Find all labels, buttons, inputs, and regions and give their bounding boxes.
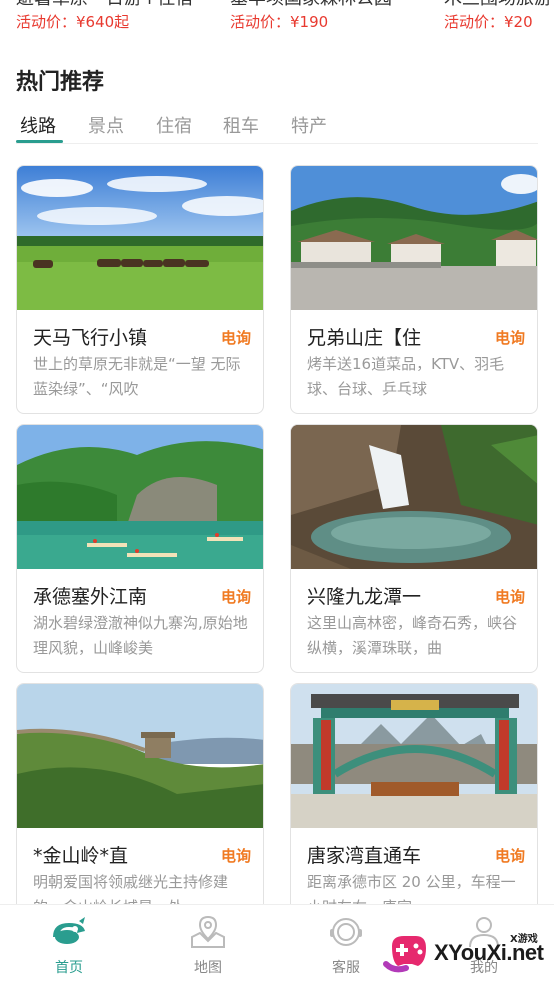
route-card[interactable]: 兄弟山庄【住 电询 烤羊送16道菜品，KTV、羽毛球、台球、乒乓球 — [290, 165, 538, 414]
card-image — [291, 166, 537, 310]
price-tag: 电询 — [494, 847, 525, 865]
card-image — [291, 425, 537, 569]
card-title: 唐家湾直通车 — [307, 845, 422, 867]
gamepad-icon — [383, 936, 426, 973]
promo-title: 木兰围场旅游 — [444, 0, 552, 10]
card-title: 承德塞外江南 — [33, 586, 148, 608]
nav-label: 地图 — [194, 960, 222, 976]
promo-item[interactable]: 木兰围场旅游 活动价：¥20 — [444, 0, 552, 32]
card-image — [17, 684, 263, 828]
card-title: 兄弟山庄【住 — [307, 327, 422, 349]
category-tabs: 线路 景点 住宿 租车 特产 — [16, 108, 538, 144]
tab-car-rental[interactable]: 租车 — [223, 112, 259, 138]
card-title: 兴隆九龙潭一 — [307, 586, 422, 608]
section-title: 热门推荐 — [16, 70, 105, 95]
price-tag: 电询 — [494, 588, 525, 606]
price-tag: 电询 — [220, 588, 251, 606]
watermark-small-text: X游戏 — [510, 934, 538, 945]
promo-item[interactable]: 塞罕坝国家森林公园 活动价：¥190 — [230, 0, 392, 32]
nav-label: 客服 — [332, 960, 360, 976]
card-description: 这里山高林密，峰奇石秀，峡谷纵横，溪潭珠联，曲 — [307, 614, 518, 657]
card-description: 世上的草原无非就是“一望 无际蓝染绿”、“风吹 — [33, 355, 241, 398]
watermark-logo: XYouXi.net X游戏 — [382, 928, 548, 978]
promo-title: 塞罕坝国家森林公园 — [230, 0, 392, 10]
price-tag: 电询 — [494, 329, 525, 347]
route-card[interactable]: 兴隆九龙潭一 电询 这里山高林密，峰奇石秀，峡谷纵横，溪潭珠联，曲 — [290, 424, 538, 673]
card-image — [17, 425, 263, 569]
active-tab-indicator — [16, 140, 63, 143]
nav-label: 首页 — [55, 960, 83, 976]
tab-lodging[interactable]: 住宿 — [156, 112, 192, 138]
card-description: 湖水碧绿澄澈神似九寨沟,原始地理风貌，山峰峻美 — [33, 614, 248, 657]
price-tag: 电询 — [220, 329, 251, 347]
promo-price: 活动价：¥640起 — [16, 13, 130, 31]
tab-specialties[interactable]: 特产 — [291, 112, 327, 138]
route-card[interactable]: 承德塞外江南 电询 湖水碧绿澄澈神似九寨沟,原始地理风貌，山峰峻美 — [16, 424, 264, 673]
nav-home[interactable]: 首页 — [29, 915, 109, 977]
promo-strip: 避暑草原一日游+住宿 活动价：¥640起 塞罕坝国家森林公园 活动价：¥190 … — [0, 0, 554, 44]
tab-attractions[interactable]: 景点 — [88, 112, 124, 138]
promo-price: 活动价：¥20 — [444, 13, 533, 31]
map-icon — [168, 915, 248, 949]
route-card[interactable]: 天马飞行小镇 电询 世上的草原无非就是“一望 无际蓝染绿”、“风吹 — [16, 165, 264, 414]
card-image — [291, 684, 537, 828]
headset-icon — [306, 915, 386, 949]
price-tag: 电询 — [220, 847, 251, 865]
card-description: 烤羊送16道菜品，KTV、羽毛球、台球、乒乓球 — [307, 355, 505, 398]
nav-service[interactable]: 客服 — [306, 915, 386, 977]
card-title: *金山岭*直 — [33, 845, 129, 867]
route-card[interactable]: 唐家湾直通车 电询 距离承德市区 20 公里，车程一小时左右，唐家 — [290, 683, 538, 932]
promo-item[interactable]: 避暑草原一日游+住宿 活动价：¥640起 — [16, 0, 193, 32]
promo-title: 避暑草原一日游+住宿 — [16, 0, 193, 10]
nav-map[interactable]: 地图 — [168, 915, 248, 977]
card-title: 天马飞行小镇 — [33, 327, 148, 349]
card-image — [17, 166, 263, 310]
tab-routes[interactable]: 线路 — [20, 112, 56, 138]
promo-price: 活动价：¥190 — [230, 13, 329, 31]
route-card[interactable]: *金山岭*直 电询 明朝爱国将领戚继光主持修建的，金山岭长城是一处 — [16, 683, 264, 932]
home-icon — [29, 915, 109, 949]
